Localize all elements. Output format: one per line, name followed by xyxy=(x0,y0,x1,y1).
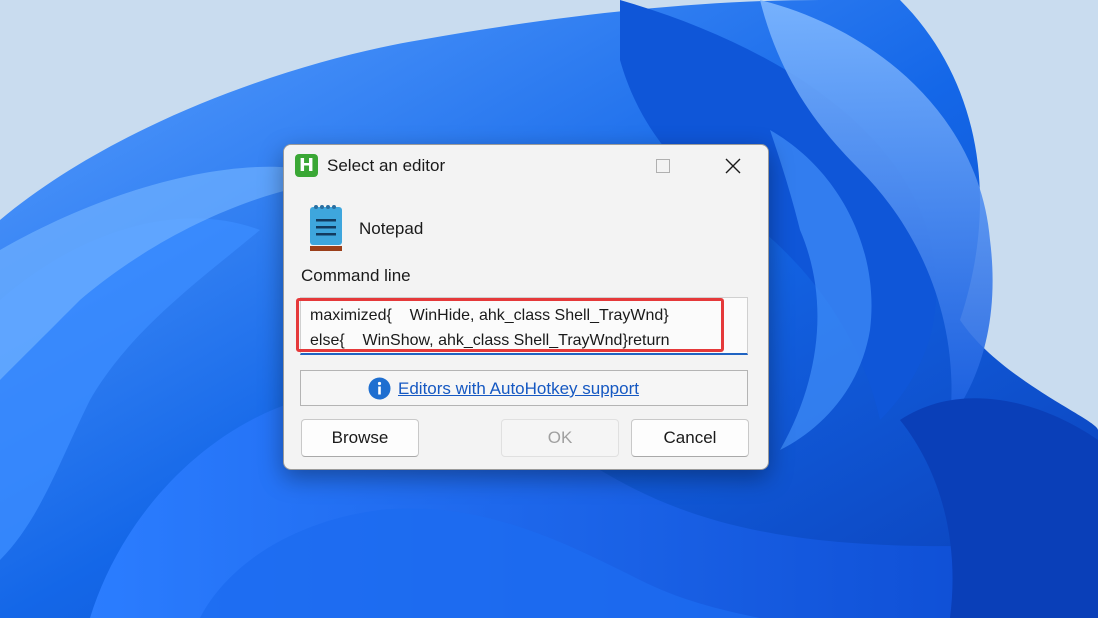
highlight-annotation xyxy=(296,298,724,352)
select-editor-dialog: H Select an editor Notepad Command line … xyxy=(283,144,769,470)
title-bar[interactable]: H Select an editor xyxy=(284,145,768,187)
autohotkey-editors-link[interactable]: Editors with AutoHotkey support xyxy=(398,379,639,399)
editor-name: Notepad xyxy=(359,219,424,238)
ok-button[interactable]: OK xyxy=(501,419,619,457)
desktop-background: H Select an editor Notepad Command line … xyxy=(0,0,1098,618)
browse-button[interactable]: Browse xyxy=(301,419,419,457)
maximize-button[interactable] xyxy=(640,145,686,187)
editor-entry[interactable]: Notepad xyxy=(306,203,606,253)
cancel-button[interactable]: Cancel xyxy=(631,419,749,457)
support-link-bar[interactable]: Editors with AutoHotkey support xyxy=(300,370,748,406)
close-icon xyxy=(725,158,741,174)
info-icon xyxy=(368,377,391,400)
notepad-icon xyxy=(310,205,342,251)
window-title: Select an editor xyxy=(327,156,446,175)
maximize-icon xyxy=(656,159,670,173)
autohotkey-icon: H xyxy=(295,154,318,177)
close-button[interactable] xyxy=(710,145,756,187)
command-line-label: Command line xyxy=(301,266,411,285)
